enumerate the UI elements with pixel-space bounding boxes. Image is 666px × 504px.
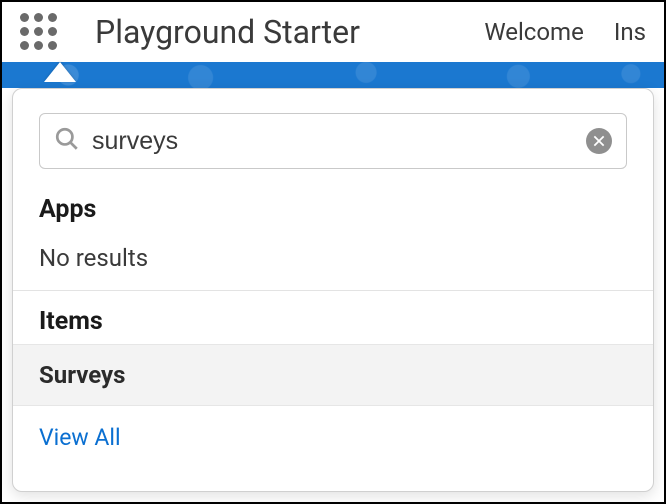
section-header-apps: Apps — [13, 179, 653, 232]
search-icon — [54, 126, 80, 156]
search-box — [39, 113, 627, 169]
app-title: Playground Starter — [95, 13, 360, 51]
app-launcher-icon[interactable] — [20, 13, 57, 50]
clear-search-button[interactable] — [586, 128, 612, 154]
app-launcher-dropdown: Apps No results Items Surveys View All — [12, 88, 654, 492]
search-container — [13, 89, 653, 179]
dropdown-caret — [44, 62, 76, 82]
section-header-items: Items — [13, 290, 653, 344]
nav-tab-truncated[interactable]: Ins — [614, 18, 646, 46]
view-all-link[interactable]: View All — [13, 406, 653, 469]
header-nav: Welcome Ins — [484, 18, 646, 46]
item-result-surveys[interactable]: Surveys — [13, 344, 653, 406]
search-input[interactable] — [92, 127, 574, 156]
app-header: Playground Starter Welcome Ins — [2, 2, 664, 62]
nav-tab-welcome[interactable]: Welcome — [484, 18, 584, 46]
context-bar — [2, 62, 664, 88]
apps-no-results: No results — [13, 232, 653, 290]
